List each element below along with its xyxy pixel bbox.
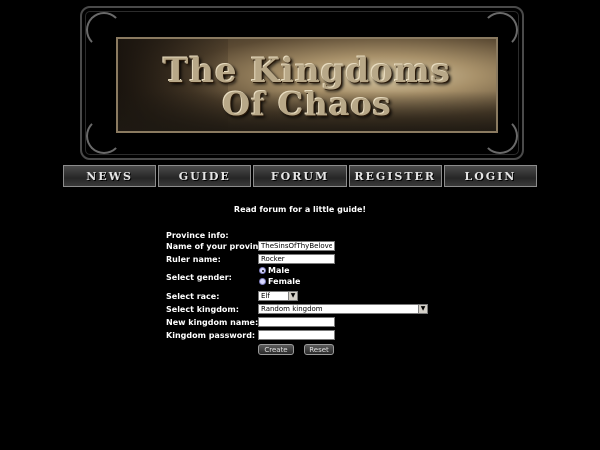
- banner-artwork: The Kingdoms Of Chaos: [116, 37, 498, 133]
- gender-female-radio[interactable]: Female: [259, 277, 300, 286]
- nav-login-button[interactable]: LOGIN: [443, 165, 538, 187]
- race-label: Select race:: [166, 291, 220, 301]
- nav-news-button[interactable]: NEWS: [63, 165, 157, 187]
- gender-female-label: Female: [268, 277, 301, 286]
- race-select[interactable]: Elf ▼: [258, 291, 298, 301]
- section-label: Province info:: [166, 230, 229, 240]
- main-nav: NEWS GUIDE FORUM REGISTER LOGIN: [63, 165, 538, 187]
- radio-unselected-icon[interactable]: [259, 278, 266, 285]
- nav-register-button[interactable]: REGISTER: [348, 165, 442, 187]
- gender-male-radio[interactable]: Male: [259, 266, 290, 275]
- new-kingdom-label: New kingdom name:: [166, 317, 259, 327]
- radio-selected-icon[interactable]: [259, 267, 266, 274]
- reset-button[interactable]: Reset: [304, 344, 334, 355]
- kingdom-selected-value: Random kingdom: [261, 305, 323, 313]
- create-button[interactable]: Create: [258, 344, 294, 355]
- logo-title-line2: Of Chaos: [222, 85, 392, 123]
- gender-male-label: Male: [268, 266, 290, 275]
- new-kingdom-name-input[interactable]: [258, 317, 335, 327]
- nav-guide-button[interactable]: GUIDE: [158, 165, 252, 187]
- kingdom-select[interactable]: Random kingdom ▼: [258, 304, 428, 314]
- ruler-label: Ruler name:: [166, 254, 221, 264]
- site-banner: The Kingdoms Of Chaos: [80, 6, 524, 160]
- password-label: Kingdom password:: [166, 330, 256, 340]
- dropdown-arrow-icon[interactable]: ▼: [288, 292, 297, 300]
- province-label: Name of your province:: [166, 241, 272, 251]
- ruler-name-input[interactable]: [258, 254, 335, 264]
- guide-hint: Read forum for a little guide!: [233, 205, 367, 214]
- race-selected-value: Elf: [261, 292, 270, 300]
- kingdom-password-input[interactable]: [258, 330, 335, 340]
- province-name-input[interactable]: [258, 241, 335, 251]
- nav-forum-button[interactable]: FORUM: [253, 165, 347, 187]
- kingdom-label: Select kingdom:: [166, 304, 239, 314]
- gender-label: Select gender:: [166, 272, 232, 282]
- dropdown-arrow-icon[interactable]: ▼: [418, 305, 427, 313]
